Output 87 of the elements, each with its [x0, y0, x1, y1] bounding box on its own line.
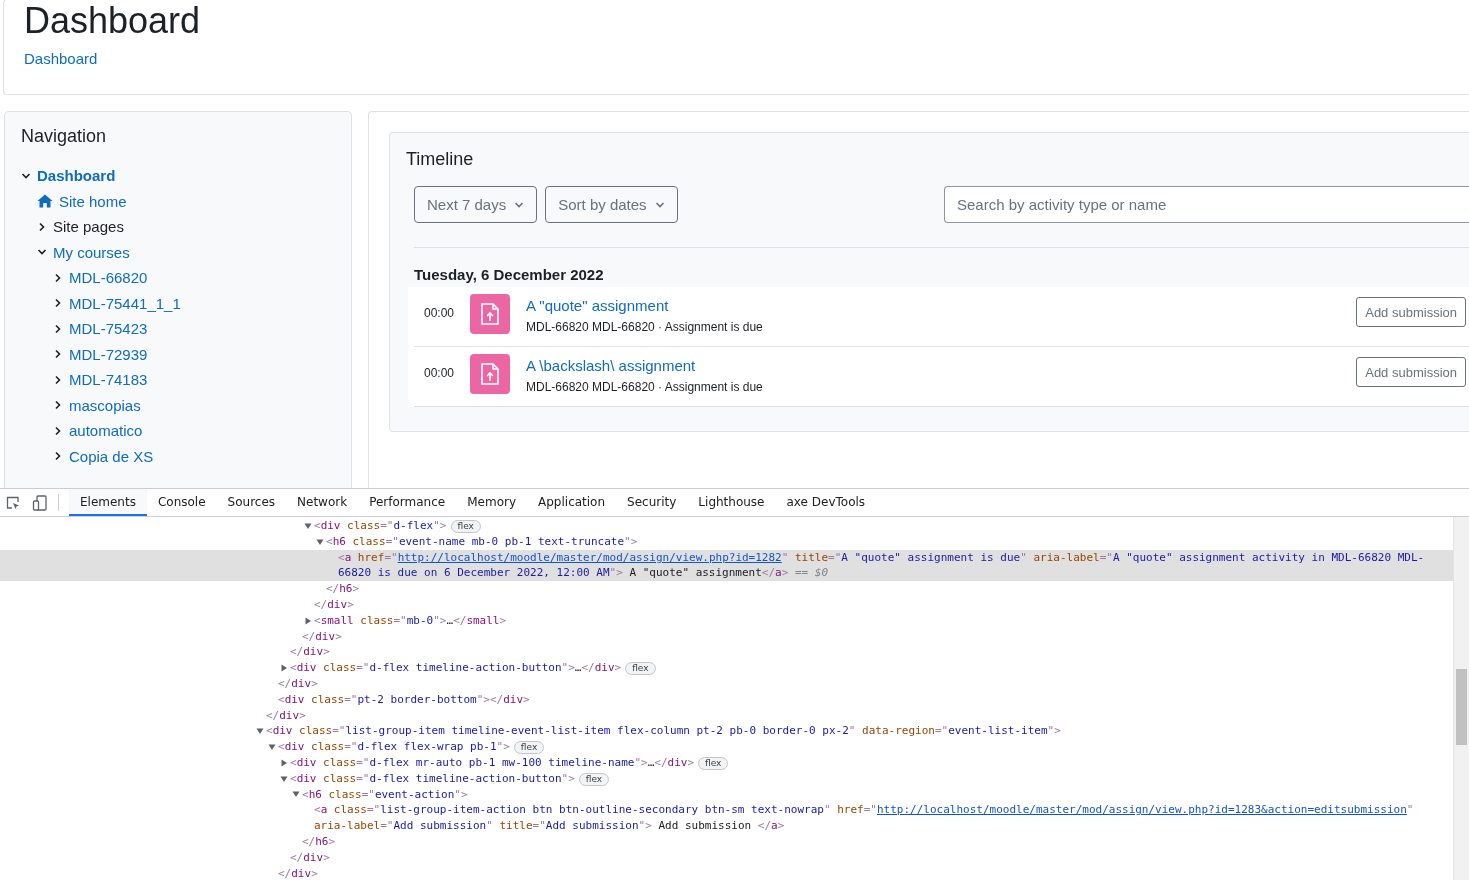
nav-item[interactable]: Copia de XS: [69, 447, 154, 465]
devtools-tab[interactable]: Elements: [69, 489, 147, 516]
html-code: </h6>: [326, 581, 360, 597]
dom-node-code[interactable]: <h6 class="event-name mb-0 pb-1 text-truncate">: [326, 533, 638, 550]
dom-node-code[interactable]: <div class="d-flex timeline-action-button">: [290, 770, 575, 787]
home-icon: [37, 194, 53, 209]
event-time: 00:00: [424, 366, 456, 380]
dom-node-code[interactable]: <div class="d-flex">: [314, 518, 447, 534]
nav-item[interactable]: MDL-74183: [69, 371, 148, 389]
devtools-tab[interactable]: Lighthouse: [687, 489, 776, 516]
chevron-right-icon[interactable]: [37, 221, 47, 232]
dom-node-code[interactable]: <small class="mb-0">…</small>: [314, 612, 507, 629]
chevron-right-icon[interactable]: [53, 374, 63, 385]
html-code: </h6>: [302, 833, 336, 850]
chevron-right-icon[interactable]: [53, 451, 63, 462]
nav-item[interactable]: My courses: [53, 243, 130, 261]
nav-item[interactable]: MDL-72939: [69, 345, 148, 363]
event-details: MDL-66820 MDL-66820 · Assignment is due: [526, 320, 764, 334]
expanded-triangle-icon[interactable]: [304, 521, 312, 530]
devtools-tab[interactable]: Memory: [456, 489, 527, 516]
devtools-tab[interactable]: Sources: [216, 489, 287, 516]
expanded-triangle-icon[interactable]: [280, 774, 288, 783]
dom-node-code[interactable]: <a class="list-group-item-action btn btn-outline-secondary btn-sm text-nowrap" href="http://localhost/moodle/master/mod/assign/view.php?id=1283&action=editsubmission" aria-label="Add submission" title="Add submission"> Add submission </a>: [314, 802, 1449, 834]
devtools-tab[interactable]: Network: [286, 489, 359, 516]
assignment-icon: [470, 354, 510, 394]
event-title-link[interactable]: A \backslash\ assignment: [526, 357, 1357, 374]
flex-badge[interactable]: flex: [625, 662, 656, 676]
expanded-triangle-icon[interactable]: [292, 790, 300, 799]
devtools-tab[interactable]: Console: [146, 489, 217, 516]
inspect-icon[interactable]: [6, 495, 20, 510]
dom-node-code[interactable]: <h6 class="event-action">: [302, 786, 468, 803]
event-details: MDL-66820 MDL-66820 · Assignment is due: [526, 380, 764, 394]
flex-badge[interactable]: flex: [578, 772, 610, 786]
event-time: 00:00: [424, 306, 456, 320]
assignment-icon: [470, 294, 510, 334]
devtools-tab[interactable]: Application: [527, 489, 617, 516]
expanded-triangle-icon[interactable]: [268, 743, 276, 752]
collapsed-triangle-icon[interactable]: [280, 758, 288, 767]
event-title-link[interactable]: A "quote" assignment: [526, 297, 1357, 314]
dom-node-code[interactable]: <div class="d-flex flex-wrap pb-1">: [278, 739, 510, 755]
add-submission-button[interactable]: Add submission: [1356, 297, 1466, 327]
expanded-triangle-icon[interactable]: [256, 727, 264, 736]
html-code: </div>: [290, 644, 330, 661]
chevron-right-icon[interactable]: [53, 298, 63, 309]
chevron-right-icon[interactable]: [53, 349, 63, 360]
flex-badge[interactable]: flex: [513, 741, 545, 755]
nav-item[interactable]: MDL-75423: [69, 320, 148, 338]
devtools-tab[interactable]: axe DevTools: [775, 489, 877, 516]
scrollbar[interactable]: [1453, 517, 1469, 880]
chevron-right-icon[interactable]: [53, 425, 63, 436]
dom-node-code[interactable]: <div class="list-group-item timeline-event-list-item flex-column pt-2 pb-0 border-0 px-2" data-region="event-list-item">: [266, 723, 1061, 740]
collapsed-triangle-icon[interactable]: [304, 616, 312, 625]
chevron-right-icon[interactable]: [53, 323, 63, 334]
nav-item[interactable]: automatico: [69, 422, 143, 440]
flex-badge[interactable]: flex: [698, 756, 729, 770]
breadcrumb-link[interactable]: Dashboard: [24, 50, 98, 67]
chevron-right-icon[interactable]: [53, 272, 63, 283]
flex-badge[interactable]: flex: [450, 520, 481, 533]
expanded-triangle-icon[interactable]: [316, 537, 324, 546]
page-title: Dashboard: [24, 0, 202, 42]
devtools-tab[interactable]: Performance: [358, 489, 457, 516]
device-toolbar-icon[interactable]: [32, 494, 48, 511]
dom-node-code[interactable]: <div class="d-flex timeline-action-button">…</div>: [290, 660, 622, 676]
nav-item[interactable]: Site home: [59, 192, 127, 210]
navigation-title: Navigation: [21, 126, 108, 147]
html-code: </div>: [314, 597, 354, 613]
filter-dropdown[interactable]: Next 7 days: [414, 186, 538, 223]
html-code: </div>: [278, 675, 318, 692]
nav-item[interactable]: Dashboard: [37, 167, 116, 185]
html-code: </div>: [290, 849, 330, 866]
collapsed-triangle-icon[interactable]: [280, 664, 288, 673]
dom-node-code[interactable]: <div class="pt-2 border-bottom"></div>: [278, 691, 530, 708]
filter-dropdown[interactable]: Sort by dates: [545, 186, 678, 223]
timeline-title: Timeline: [406, 149, 475, 170]
add-submission-button[interactable]: Add submission: [1356, 357, 1466, 387]
html-code: </div>: [302, 628, 342, 645]
nav-item[interactable]: MDL-75441_1_1: [69, 294, 181, 312]
date-heading: Tuesday, 6 December 2022: [414, 266, 605, 283]
chevron-right-icon[interactable]: [53, 400, 63, 411]
nav-item[interactable]: Site pages: [53, 218, 124, 236]
nav-item[interactable]: mascopias: [69, 396, 141, 414]
search-field[interactable]: Search by activity type or name: [944, 186, 1469, 223]
html-code: </div>: [266, 707, 306, 724]
dom-node-code[interactable]: <div class="d-flex mr-auto pb-1 mw-100 timeline-name">…</div>: [290, 754, 695, 771]
html-code: </div>: [278, 865, 318, 880]
nav-item[interactable]: MDL-66820: [69, 269, 148, 287]
devtools-tab[interactable]: Security: [616, 489, 688, 516]
